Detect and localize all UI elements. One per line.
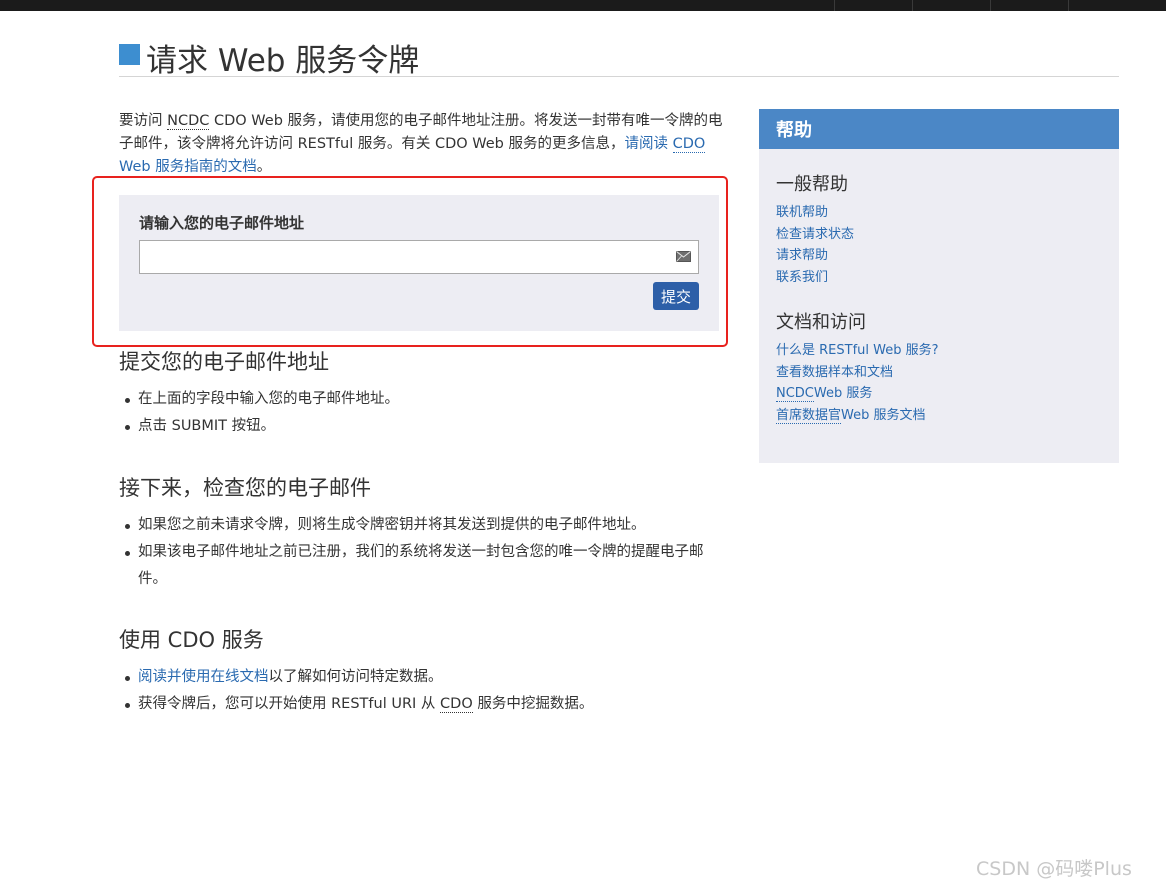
list-item: 查看数据样本和文档 (776, 362, 939, 384)
list-item-text: 获得令牌后，您可以开始使用 RESTful URI 从 (138, 696, 441, 712)
online-docs-link[interactable]: 阅读并使用在线文档 (138, 669, 269, 685)
email-label: 请输入您的电子邮件地址 (139, 214, 305, 232)
list-item: 阅读并使用在线文档以了解如何访问特定数据。 (125, 664, 728, 691)
docs-access-links: 什么是 RESTful Web 服务? 查看数据样本和文档 NCDCWeb 服务… (776, 340, 939, 427)
general-help-heading: 一般帮助 (776, 174, 848, 195)
list-item: 首席数据官Web 服务文档 (776, 405, 939, 427)
list-item-text: 以了解如何访问特定数据。 (268, 669, 443, 685)
data-samples-link[interactable]: 查看数据样本和文档 (776, 365, 893, 380)
docs-access-heading: 文档和访问 (776, 312, 866, 333)
cdo-abbreviation: CDO (440, 696, 473, 713)
topbar-divider (990, 0, 991, 11)
list-item: 什么是 RESTful Web 服务? (776, 340, 939, 362)
link-text: 请阅读 (624, 136, 673, 152)
what-is-restful-link[interactable]: 什么是 RESTful Web 服务? (776, 343, 939, 358)
list-item: 点击 SUBMIT 按钮。 (125, 413, 728, 440)
page-header: 请求 Web 服务令牌 (119, 34, 1119, 79)
use-cdo-heading: 使用 CDO 服务 (119, 628, 264, 652)
list-item: 如果您之前未请求令牌，则将生成令牌密钥并将其发送到提供的电子邮件地址。 (125, 512, 728, 539)
use-cdo-list: 阅读并使用在线文档以了解如何访问特定数据。 获得令牌后，您可以开始使用 REST… (125, 664, 728, 718)
list-item: 如果该电子邮件地址之前已注册，我们的系统将发送一封包含您的唯一令牌的提醒电子邮件… (125, 539, 728, 593)
cdo-abbreviation: CDO (672, 136, 706, 153)
topbar-divider (912, 0, 913, 11)
email-input[interactable] (139, 240, 699, 274)
link-text: Web 服务文档 (841, 408, 926, 424)
online-help-link[interactable]: 联机帮助 (776, 205, 828, 220)
help-sidebar: 帮助 一般帮助 联机帮助 检查请求状态 请求帮助 联系我们 文档和访问 什么是 … (759, 109, 1119, 463)
submit-steps-list: 在上面的字段中输入您的电子邮件地址。 点击 SUBMIT 按钮。 (125, 386, 728, 440)
top-navigation-bar (0, 0, 1166, 11)
link-text: Web 服务指南的文档 (119, 159, 257, 175)
intro-text: 要访问 (119, 113, 168, 129)
title-square-icon (119, 44, 140, 65)
sidebar-title: 帮助 (759, 109, 1119, 149)
envelope-icon (676, 251, 691, 262)
email-form: 请输入您的电子邮件地址 提交 (119, 195, 719, 331)
list-item: 联系我们 (776, 267, 854, 289)
intro-paragraph: 要访问 NCDC CDO Web 服务，请使用您的电子邮件地址注册。将发送一封带… (119, 110, 724, 179)
check-request-status-link[interactable]: 检查请求状态 (776, 227, 854, 242)
intro-text: 。 (256, 159, 272, 175)
request-help-link[interactable]: 请求帮助 (776, 248, 828, 263)
list-item-text: 服务中挖掘数据。 (472, 696, 594, 712)
general-help-links: 联机帮助 检查请求状态 请求帮助 联系我们 (776, 202, 854, 289)
watermark: CSDN @码喽Plus (976, 858, 1132, 880)
ncdc-abbreviation: NCDC (776, 386, 814, 403)
cdo-web-services-docs-link[interactable]: 首席数据官Web 服务文档 (776, 408, 926, 425)
link-text: Web 服务 (813, 386, 873, 402)
ncdc-web-services-link[interactable]: NCDCWeb 服务 (776, 386, 873, 403)
list-item: 获得令牌后，您可以开始使用 RESTful URI 从 CDO 服务中挖掘数据。 (125, 691, 728, 718)
submit-button[interactable]: 提交 (653, 282, 699, 310)
list-item: 请求帮助 (776, 245, 854, 267)
submit-email-heading: 提交您的电子邮件地址 (119, 350, 329, 374)
list-item: 检查请求状态 (776, 224, 854, 246)
list-item: 在上面的字段中输入您的电子邮件地址。 (125, 386, 728, 413)
cdo-abbreviation: 首席数据官 (776, 408, 842, 425)
ncdc-abbreviation: NCDC (167, 113, 210, 130)
list-item: 联机帮助 (776, 202, 854, 224)
list-item: NCDCWeb 服务 (776, 383, 939, 405)
topbar-divider (834, 0, 835, 11)
check-email-heading: 接下来，检查您的电子邮件 (119, 476, 371, 500)
check-email-list: 如果您之前未请求令牌，则将生成令牌密钥并将其发送到提供的电子邮件地址。 如果该电… (125, 512, 728, 593)
contact-us-link[interactable]: 联系我们 (776, 270, 828, 285)
topbar-divider (1068, 0, 1069, 11)
page-title: 请求 Web 服务令牌 (146, 43, 420, 79)
